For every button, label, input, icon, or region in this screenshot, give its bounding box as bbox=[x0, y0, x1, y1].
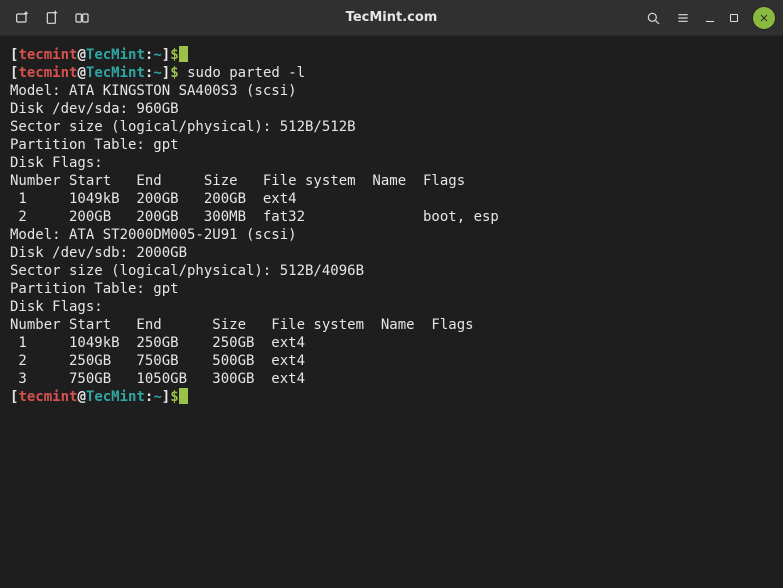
partition-row: 2 200GB 200GB 300MB fat32 boot, esp bbox=[10, 209, 499, 225]
prompt-user: tecmint bbox=[18, 389, 77, 405]
new-tab-button[interactable] bbox=[8, 4, 36, 32]
disk-model: Model: ATA KINGSTON SA400S3 (scsi) bbox=[10, 83, 297, 99]
prompt-at: @ bbox=[77, 389, 85, 405]
disk-line: Disk /dev/sda: 960GB bbox=[10, 101, 179, 117]
prompt-line: [tecmint@TecMint:~]$ bbox=[10, 388, 773, 406]
prompt-dollar: $ bbox=[170, 65, 178, 81]
ptable-line: Partition Table: gpt bbox=[10, 137, 179, 153]
output-line: Sector size (logical/physical): 512B/409… bbox=[10, 262, 773, 280]
output-line: 1 1049kB 200GB 200GB ext4 bbox=[10, 190, 773, 208]
output-line: Partition Table: gpt bbox=[10, 280, 773, 298]
prompt-at: @ bbox=[77, 47, 85, 63]
output-line: Disk Flags: bbox=[10, 154, 773, 172]
prompt-host: TecMint bbox=[86, 47, 145, 63]
disk-flags-line: Disk Flags: bbox=[10, 299, 103, 315]
menu-button[interactable] bbox=[669, 4, 697, 32]
output-line: Model: ATA KINGSTON SA400S3 (scsi) bbox=[10, 82, 773, 100]
prompt-path: ~ bbox=[153, 65, 161, 81]
sector-line: Sector size (logical/physical): 512B/512… bbox=[10, 119, 356, 135]
prompt-dollar: $ bbox=[170, 47, 178, 63]
search-button[interactable] bbox=[639, 4, 667, 32]
output-line: 2 200GB 200GB 300MB fat32 boot, esp bbox=[10, 208, 773, 226]
output-line: 1 1049kB 250GB 250GB ext4 bbox=[10, 334, 773, 352]
ptable-line: Partition Table: gpt bbox=[10, 281, 179, 297]
partition-row: 1 1049kB 200GB 200GB ext4 bbox=[10, 191, 423, 207]
output-line: Disk /dev/sda: 960GB bbox=[10, 100, 773, 118]
prompt-close: ] bbox=[162, 65, 170, 81]
partition-row: 2 250GB 750GB 500GB ext4 bbox=[10, 353, 431, 369]
titlebar-left-group bbox=[8, 4, 96, 32]
output-line: Disk /dev/sdb: 2000GB bbox=[10, 244, 773, 262]
split-terminal-button[interactable] bbox=[68, 4, 96, 32]
output-line: 2 250GB 750GB 500GB ext4 bbox=[10, 352, 773, 370]
prompt-path: ~ bbox=[153, 47, 161, 63]
new-window-button[interactable] bbox=[38, 4, 66, 32]
minimize-button[interactable] bbox=[699, 7, 721, 29]
prompt-host: TecMint bbox=[86, 389, 145, 405]
output-line: Number Start End Size File system Name F… bbox=[10, 316, 773, 334]
prompt-user: tecmint bbox=[18, 65, 77, 81]
prompt-dollar: $ bbox=[170, 389, 178, 405]
cursor bbox=[179, 388, 188, 404]
disk-flags-line: Disk Flags: bbox=[10, 155, 103, 171]
output-line: Number Start End Size File system Name F… bbox=[10, 172, 773, 190]
titlebar-right-group bbox=[639, 4, 775, 32]
prompt-path: ~ bbox=[153, 389, 161, 405]
disk-line: Disk /dev/sdb: 2000GB bbox=[10, 245, 187, 261]
prompt-close: ] bbox=[162, 389, 170, 405]
output-line: Disk Flags: bbox=[10, 298, 773, 316]
prompt-host: TecMint bbox=[86, 65, 145, 81]
maximize-button[interactable] bbox=[723, 7, 745, 29]
prompt-at: @ bbox=[77, 65, 85, 81]
cursor bbox=[179, 46, 188, 62]
output-line: 3 750GB 1050GB 300GB ext4 bbox=[10, 370, 773, 388]
partition-header: Number Start End Size File system Name F… bbox=[10, 317, 474, 333]
output-line: Sector size (logical/physical): 512B/512… bbox=[10, 118, 773, 136]
terminal-content[interactable]: [tecmint@TecMint:~]$[tecmint@TecMint:~]$… bbox=[0, 36, 783, 416]
space bbox=[179, 65, 187, 81]
prompt-user: tecmint bbox=[18, 47, 77, 63]
partition-row: 1 1049kB 250GB 250GB ext4 bbox=[10, 335, 431, 351]
prompt-line: [tecmint@TecMint:~]$ sudo parted -l bbox=[10, 64, 773, 82]
prompt-line: [tecmint@TecMint:~]$ bbox=[10, 46, 773, 64]
command-text: sudo parted -l bbox=[187, 65, 305, 81]
partition-header: Number Start End Size File system Name F… bbox=[10, 173, 465, 189]
close-button[interactable] bbox=[753, 7, 775, 29]
prompt-close: ] bbox=[162, 47, 170, 63]
output-line: Model: ATA ST2000DM005-2U91 (scsi) bbox=[10, 226, 773, 244]
sector-line: Sector size (logical/physical): 512B/409… bbox=[10, 263, 364, 279]
disk-model: Model: ATA ST2000DM005-2U91 (scsi) bbox=[10, 227, 297, 243]
partition-row: 3 750GB 1050GB 300GB ext4 bbox=[10, 371, 431, 387]
output-line: Partition Table: gpt bbox=[10, 136, 773, 154]
titlebar: TecMint.com bbox=[0, 0, 783, 36]
